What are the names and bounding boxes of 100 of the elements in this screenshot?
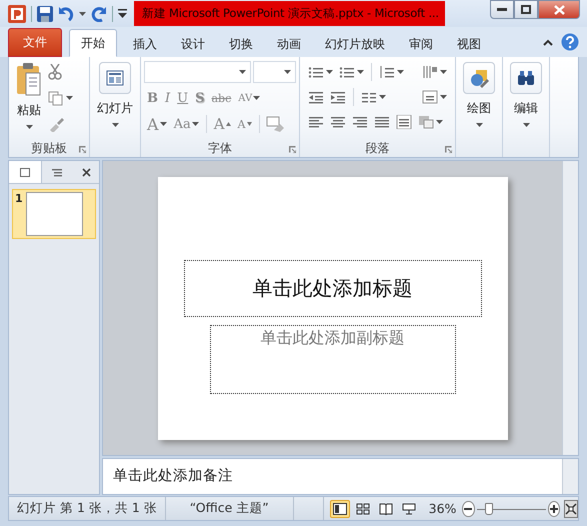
align-text-icon — [422, 90, 438, 104]
align-center-icon — [330, 115, 346, 129]
ribbon-button[interactable]: 编辑 — [506, 60, 546, 139]
ribbon-tab[interactable]: 审阅 — [397, 31, 445, 57]
caret-icon — [522, 123, 530, 127]
slider-thumb[interactable] — [485, 502, 494, 514]
slide-icon — [20, 168, 30, 176]
bullet-list-icon — [308, 65, 324, 79]
distribute-button[interactable] — [394, 112, 414, 132]
customize-icon[interactable] — [118, 9, 127, 18]
align-left-icon — [308, 115, 324, 129]
maximize-button[interactable] — [514, 0, 538, 19]
caret-icon — [440, 70, 447, 74]
caret-icon — [26, 125, 32, 129]
caret-icon — [112, 123, 118, 127]
shapes-icon — [469, 68, 489, 88]
increase-indent-icon — [330, 90, 346, 104]
distribute-icon — [396, 115, 412, 129]
brush-icon — [48, 116, 64, 132]
eraser-icon — [266, 116, 284, 132]
text-direction-icon — [422, 65, 438, 79]
caret-icon — [239, 70, 246, 74]
save-icon[interactable] — [37, 6, 53, 22]
maximize-icon — [521, 5, 531, 14]
fit-to-window-button[interactable] — [564, 500, 578, 518]
caret-icon — [476, 123, 482, 127]
group-label: 字体 — [208, 140, 232, 156]
zoom-level[interactable]: 36% — [422, 501, 462, 516]
caret-icon — [396, 70, 404, 74]
plus-icon — [550, 504, 558, 512]
decrease-icon — [246, 122, 252, 126]
line-spacing-icon — [378, 65, 395, 79]
title-placeholder[interactable]: 单击此处添加标题 — [184, 260, 482, 316]
normal-view-icon — [332, 502, 347, 514]
increase-icon — [226, 122, 231, 126]
app-icon — [8, 4, 26, 22]
dialog-launcher-icon[interactable] — [289, 146, 296, 153]
minimize-button[interactable] — [490, 0, 514, 19]
clear-formatting-button[interactable] — [264, 114, 286, 134]
caret-icon — [160, 122, 167, 126]
binoculars-icon — [517, 70, 535, 86]
subtitle-placeholder[interactable]: 单击此处添加副标题 — [210, 324, 456, 394]
help-icon[interactable] — [561, 33, 579, 51]
font-size-field[interactable] — [253, 61, 296, 83]
window-title: 新建 Microsoft PowerPoint 演示文稿.pptx - Microsoft ... — [134, 1, 445, 26]
paste-button[interactable]: 粘贴 — [12, 60, 46, 139]
undo-icon[interactable] — [58, 6, 74, 22]
caret-icon — [326, 70, 333, 74]
ribbon-tab[interactable]: 插入 — [121, 31, 169, 57]
slide-layout-icon — [106, 70, 124, 86]
copy-icon — [48, 90, 64, 106]
caret-icon — [284, 70, 291, 74]
book-icon — [378, 502, 393, 514]
grid-icon — [356, 502, 370, 514]
decrease-indent-icon — [308, 90, 324, 104]
ribbon-tab[interactable]: 幻灯片放映 — [313, 31, 397, 57]
scrollbar[interactable] — [562, 161, 578, 455]
slide-number: 1 — [15, 192, 23, 205]
zoom-in-button[interactable] — [548, 500, 560, 516]
ribbon-tab[interactable]: 设计 — [169, 31, 217, 57]
dropdown-icon — [79, 12, 86, 16]
dialog-launcher-icon[interactable] — [445, 146, 452, 153]
caret-icon — [357, 70, 364, 74]
ribbon-button[interactable]: 幻灯片 — [93, 60, 137, 139]
minimize-icon — [497, 8, 507, 12]
group-label: 剪贴板 — [31, 140, 67, 156]
scissors-icon — [48, 64, 62, 80]
ribbon-button[interactable]: 绘图 — [459, 60, 499, 139]
ribbon-tab[interactable]: 切换 — [217, 31, 265, 57]
caret-icon — [66, 96, 73, 100]
zoom-out-button[interactable] — [462, 500, 475, 516]
caret-icon — [253, 96, 260, 100]
columns-icon — [360, 90, 377, 104]
slide-info: 幻灯片 第 1 张，共 1 张 — [9, 497, 166, 520]
caret-icon — [378, 95, 386, 99]
slide-thumbnail[interactable]: 1 — [12, 189, 96, 239]
projector-icon — [402, 502, 416, 514]
slides-tab[interactable] — [9, 161, 42, 183]
theme-name: “Office 主题” — [166, 497, 294, 520]
numbered-list-icon — [339, 65, 355, 79]
ribbon-tab[interactable]: 动画 — [265, 31, 313, 57]
zoom-slider[interactable] — [476, 500, 546, 516]
ribbon-tab[interactable]: 开始 — [69, 29, 117, 57]
close-icon — [82, 168, 90, 176]
group-label: 段落 — [366, 140, 390, 156]
fit-icon — [565, 502, 577, 514]
minus-icon — [464, 508, 472, 510]
file-tab[interactable]: 文件 — [8, 28, 62, 57]
redo-icon[interactable] — [91, 6, 107, 22]
collapse-ribbon-icon[interactable] — [543, 38, 553, 46]
normal-view-button[interactable] — [330, 500, 350, 518]
font-name-field[interactable] — [144, 61, 252, 83]
caret-icon — [440, 95, 447, 99]
clipboard-icon — [16, 62, 42, 96]
ribbon-tab[interactable]: 视图 — [445, 31, 493, 57]
caret-icon — [192, 122, 199, 126]
outline-icon — [52, 168, 62, 176]
close-icon — [554, 4, 564, 14]
close-button[interactable] — [538, 0, 580, 19]
dialog-launcher-icon[interactable] — [79, 146, 86, 153]
